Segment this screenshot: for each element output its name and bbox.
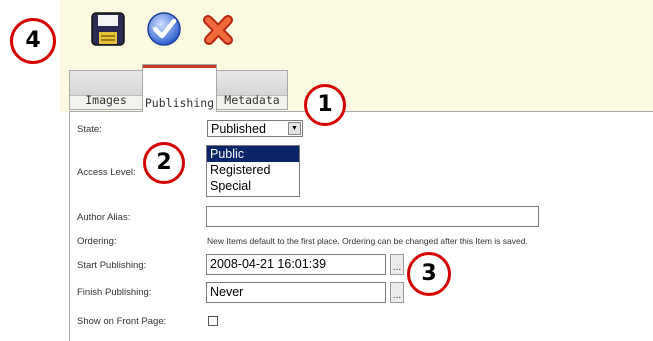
callout-badge: 3	[407, 252, 451, 296]
access-option-special[interactable]: Special	[207, 178, 299, 194]
author-alias-label: Author Alias:	[77, 212, 131, 223]
tab-label: Publishing	[144, 96, 215, 110]
callout-badge: 1	[304, 84, 346, 126]
start-calendar-button[interactable]: ...	[390, 254, 404, 275]
finish-publishing-input[interactable]: Never	[206, 282, 386, 303]
red-x-icon[interactable]	[200, 10, 238, 48]
ordering-hint: New Items default to the first place. Or…	[207, 236, 528, 246]
blue-checkmark-icon[interactable]	[145, 10, 183, 48]
access-option-registered[interactable]: Registered	[207, 162, 299, 178]
ordering-label: Ordering:	[77, 236, 117, 247]
access-option-public[interactable]: Public	[207, 146, 299, 162]
start-publishing-label: Start Publishing:	[77, 260, 147, 271]
show-on-front-page-checkbox[interactable]	[208, 316, 218, 326]
tab-publishing[interactable]: Publishing	[142, 64, 217, 112]
callout-badge: 4	[10, 18, 56, 64]
callout-badge: 2	[143, 142, 185, 184]
finish-publishing-label: Finish Publishing:	[77, 287, 152, 298]
tab-label: Metadata	[224, 93, 280, 107]
access-level-listbox[interactable]: Public Registered Special	[206, 145, 300, 197]
author-alias-input[interactable]	[206, 206, 539, 227]
tab-metadata[interactable]: Metadata	[216, 70, 288, 110]
show-on-front-page-label: Show on Front Page:	[77, 316, 167, 327]
state-label: State:	[77, 124, 102, 135]
chevron-down-icon[interactable]: ▼	[288, 122, 301, 135]
tab-images[interactable]: Images	[69, 70, 143, 110]
floppy-disk-icon[interactable]	[89, 10, 127, 48]
state-value: Published	[211, 122, 266, 136]
access-level-label: Access Level:	[77, 167, 136, 178]
finish-calendar-button[interactable]: ...	[390, 282, 404, 303]
start-publishing-input[interactable]: 2008-04-21 16:01:39	[206, 254, 386, 275]
state-select[interactable]: Published ▼	[207, 120, 303, 137]
tab-label: Images	[85, 93, 127, 107]
